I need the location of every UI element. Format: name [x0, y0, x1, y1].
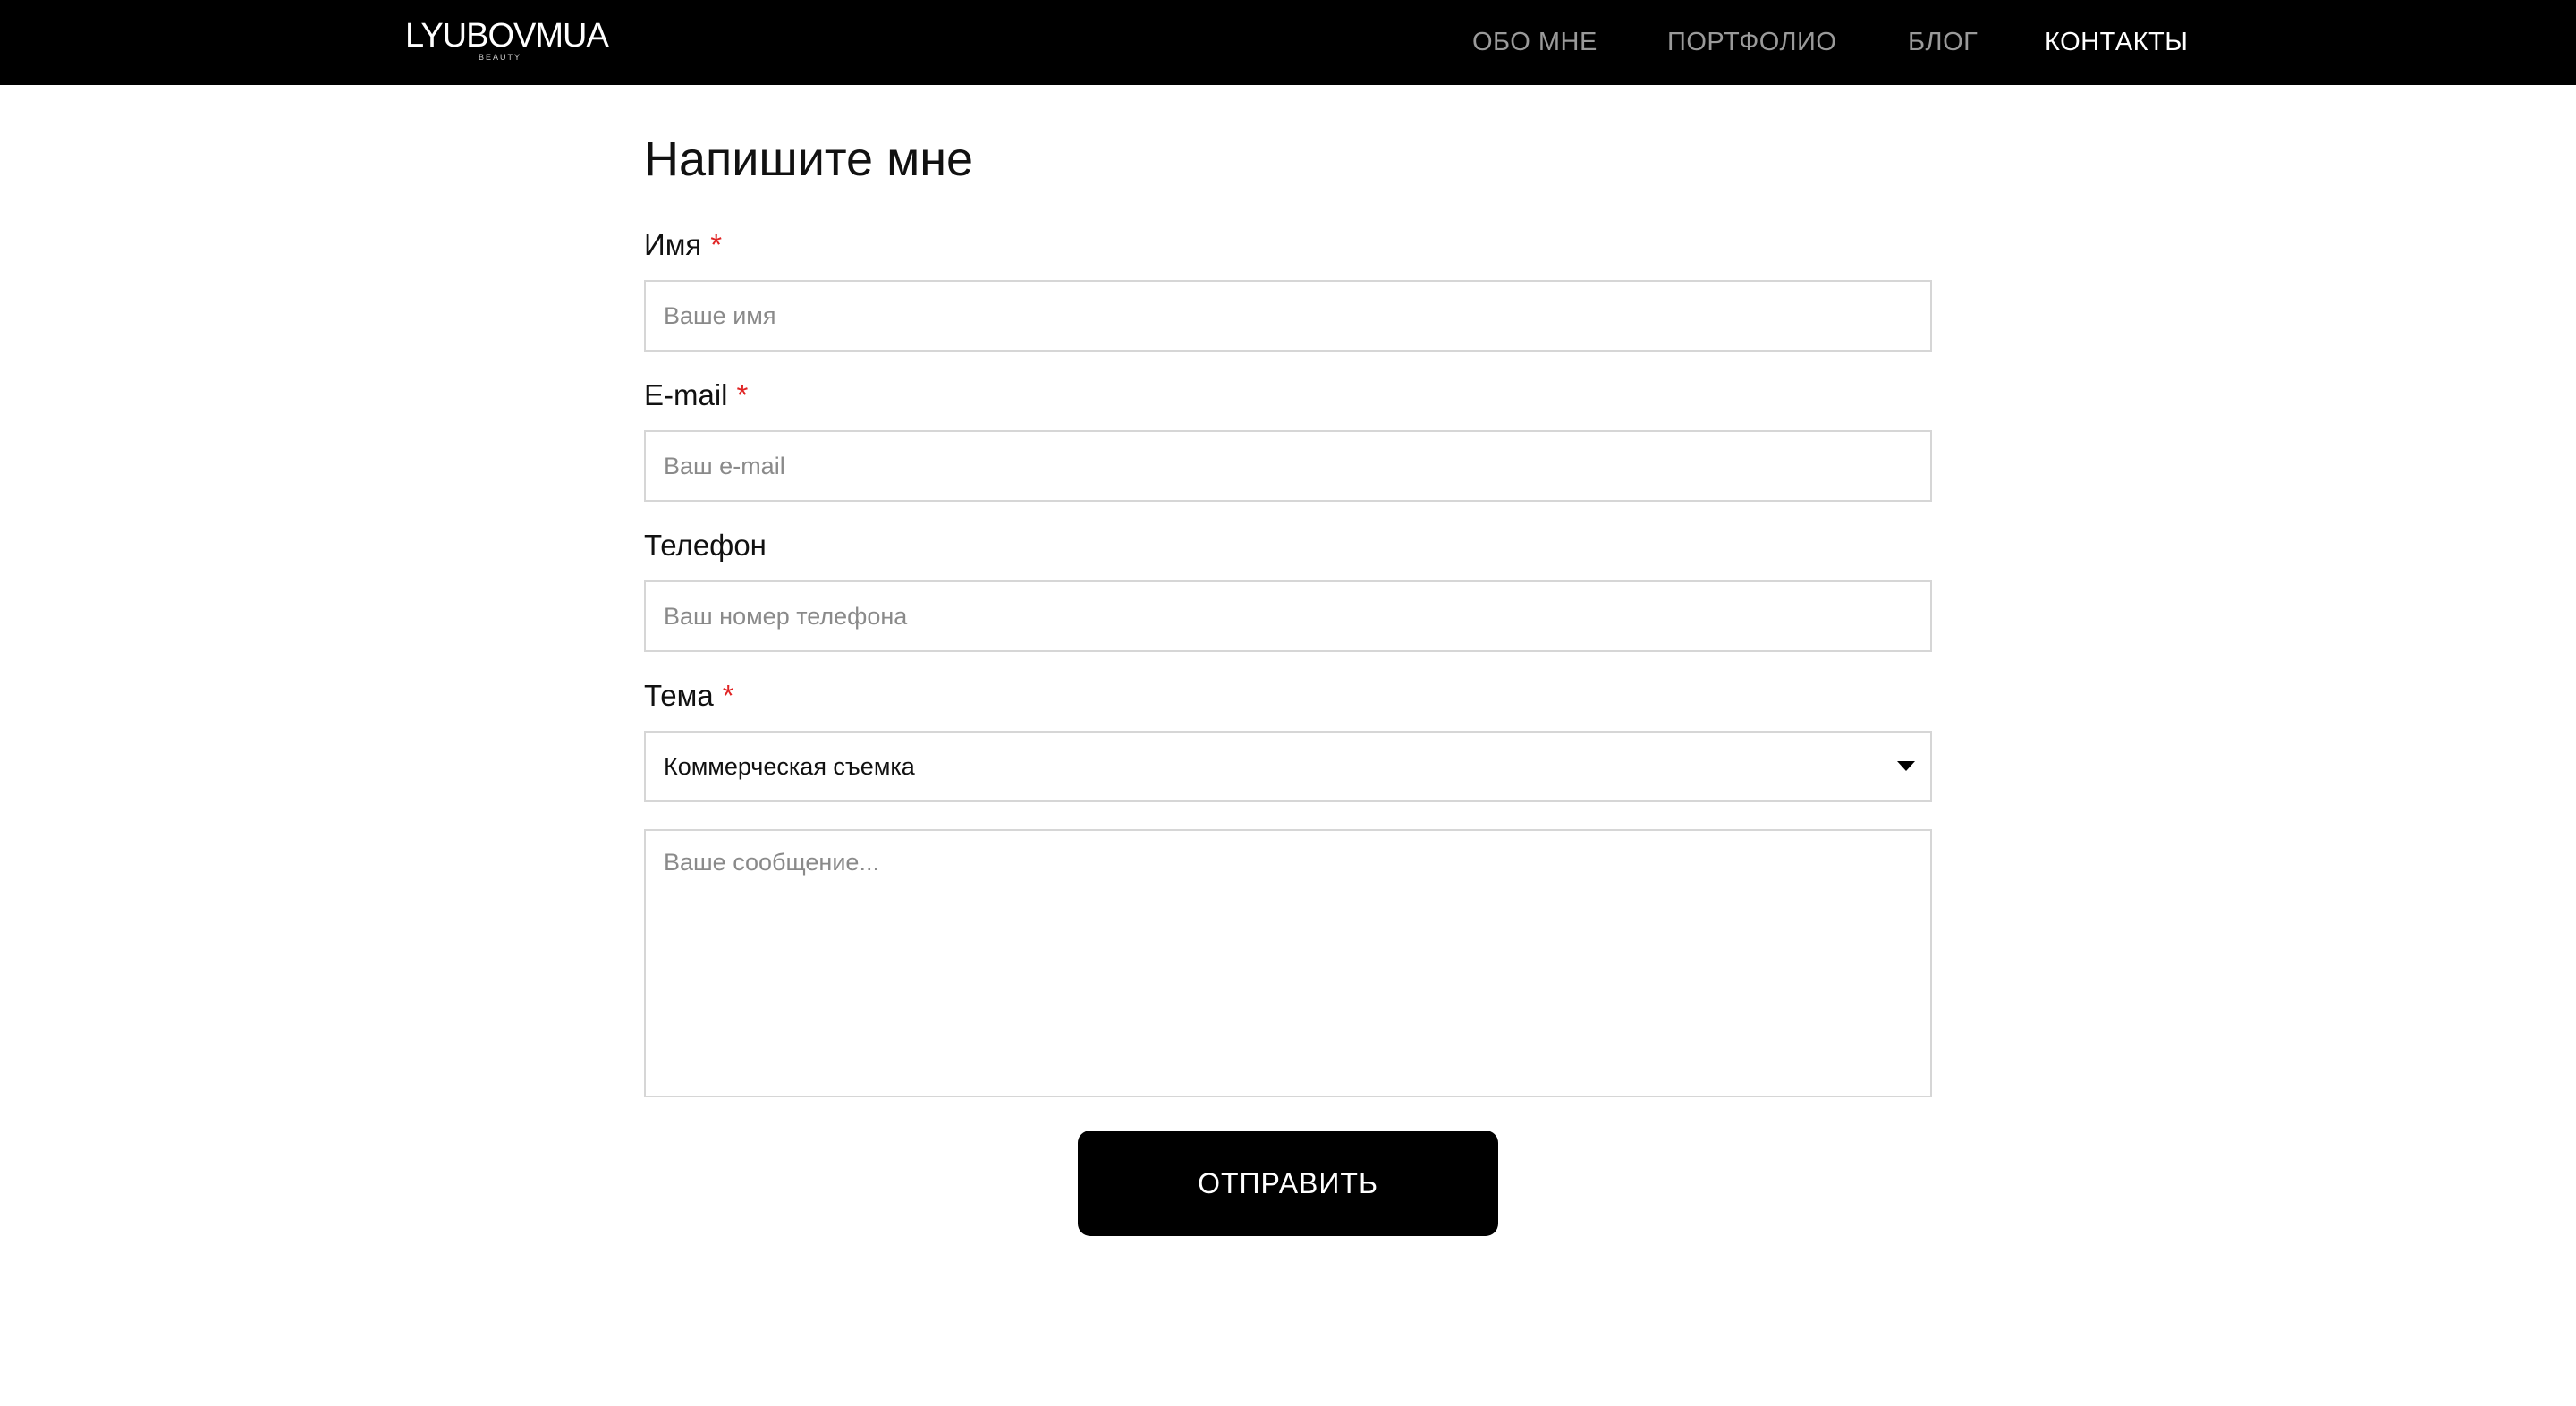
phone-label: Телефон	[644, 528, 767, 563]
required-marker: *	[710, 228, 723, 261]
nav-link-portfolio[interactable]: ПОРТФОЛИО	[1667, 0, 1836, 85]
topic-select[interactable]: Коммерческая съемка	[644, 731, 1932, 802]
name-label: Имя *	[644, 227, 722, 263]
nav-link-contacts[interactable]: КОНТАКТЫ	[2045, 0, 2188, 85]
email-input[interactable]	[644, 430, 1932, 502]
name-label-text: Имя	[644, 228, 702, 261]
submit-button[interactable]: ОТПРАВИТЬ	[1078, 1131, 1498, 1236]
topic-label: Тема *	[644, 678, 734, 714]
page-title: Напишите мне	[644, 132, 974, 186]
site-logo[interactable]: LYUBOVMUA BEAUTY	[405, 16, 609, 63]
site-header: LYUBOVMUA BEAUTY ОБО МНЕ ПОРТФОЛИО БЛОГ …	[0, 0, 2576, 85]
name-input[interactable]	[644, 280, 1932, 352]
topic-label-text: Тема	[644, 679, 714, 712]
phone-label-text: Телефон	[644, 529, 767, 562]
topic-selected-value: Коммерческая съемка	[664, 753, 915, 780]
logo-subtext: BEAUTY	[479, 53, 522, 62]
email-label-text: E-mail	[644, 378, 728, 411]
logo-text: LYUBOVMUA	[405, 17, 609, 55]
message-textarea[interactable]	[644, 829, 1932, 1097]
required-marker: *	[736, 378, 749, 411]
caret-down-icon	[1897, 761, 1915, 771]
email-label: E-mail *	[644, 377, 748, 413]
required-marker: *	[722, 679, 734, 712]
nav-link-about[interactable]: ОБО МНЕ	[1472, 0, 1597, 85]
phone-input[interactable]	[644, 580, 1932, 652]
nav-link-blog[interactable]: БЛОГ	[1908, 0, 1978, 85]
